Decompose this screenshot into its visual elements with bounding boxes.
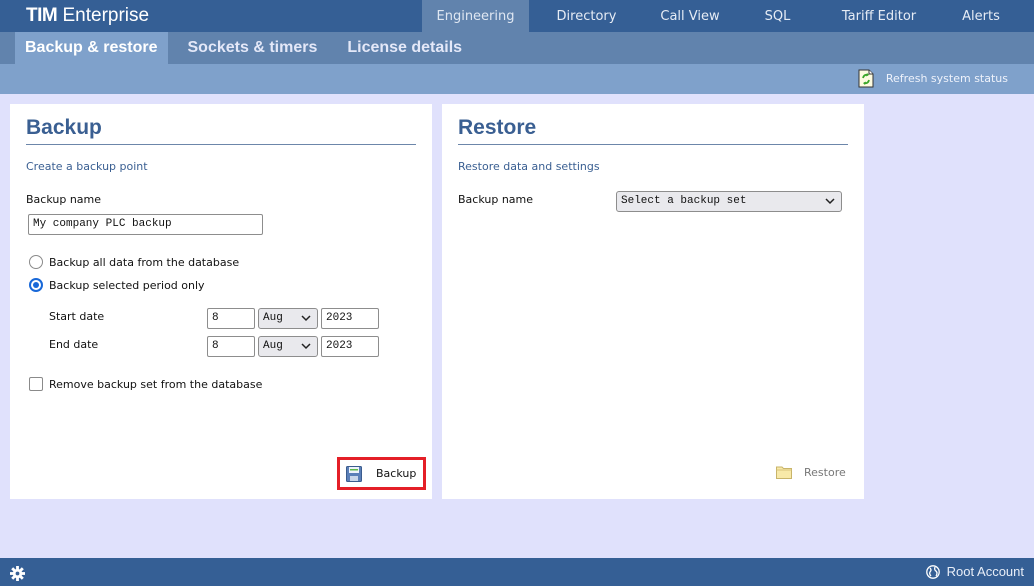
start-date-label: Start date	[49, 310, 105, 323]
restore-button[interactable]: Restore	[776, 465, 846, 479]
footer-bar: Root Account	[0, 558, 1034, 586]
backup-subtitle: Create a backup point	[26, 160, 148, 173]
end-month-select[interactable]: Aug	[258, 336, 318, 357]
sub-bar: Backup & restore Sockets & timers Licens…	[0, 32, 1034, 64]
remove-backup-label[interactable]: Remove backup set from the database	[49, 378, 262, 391]
tab-sockets-timers[interactable]: Sockets & timers	[178, 32, 328, 64]
backup-name-input[interactable]: My company PLC backup	[28, 214, 263, 235]
restore-title: Restore	[458, 116, 537, 139]
backup-period-radio[interactable]	[29, 278, 43, 292]
folder-icon	[776, 466, 792, 479]
backup-title-divider	[26, 144, 416, 145]
chevron-down-icon	[301, 343, 311, 350]
nav-sql[interactable]: SQL	[736, 0, 819, 32]
backup-period-label[interactable]: Backup selected period only	[49, 279, 205, 292]
backup-panel: Backup Create a backup point Backup name…	[10, 104, 432, 499]
tab-license-details[interactable]: License details	[337, 32, 472, 64]
remove-backup-checkbox[interactable]	[29, 377, 43, 391]
restore-backup-name-label: Backup name	[458, 193, 534, 206]
end-year-input[interactable]: 2023	[321, 336, 379, 357]
nav-tariff-editor[interactable]: Tariff Editor	[819, 0, 939, 32]
restore-panel: Restore Restore data and settings Backup…	[442, 104, 864, 499]
backup-all-radio[interactable]	[29, 255, 43, 269]
restore-subtitle: Restore data and settings	[458, 160, 600, 173]
logo-text: Enterprise	[57, 5, 150, 26]
globe-icon	[925, 564, 940, 579]
start-month-select[interactable]: Aug	[258, 308, 318, 329]
root-account-label: Root Account	[946, 564, 1024, 579]
chevron-down-icon	[825, 198, 835, 205]
sub-nav: Backup & restore Sockets & timers Licens…	[15, 32, 482, 64]
nav-alerts[interactable]: Alerts	[939, 0, 1023, 32]
floppy-disk-icon	[346, 465, 362, 482]
chevron-down-icon	[301, 315, 311, 322]
nav-call-view[interactable]: Call View	[644, 0, 736, 32]
toolbar: Refresh system status	[0, 64, 1034, 94]
root-account-link[interactable]: Root Account	[925, 564, 1024, 579]
refresh-system-status-button[interactable]: Refresh system status	[858, 69, 1008, 88]
top-bar: TIM Enterprise Engineering Directory Cal…	[0, 0, 1034, 32]
nav-directory[interactable]: Directory	[529, 0, 644, 32]
restore-title-divider	[458, 144, 848, 145]
main-nav: Engineering Directory Call View SQL Tari…	[422, 0, 1023, 32]
start-month-value: Aug	[263, 312, 283, 324]
nav-engineering[interactable]: Engineering	[422, 0, 529, 32]
backup-button[interactable]: Backup	[337, 457, 426, 490]
refresh-page-icon	[858, 69, 874, 88]
tab-backup-restore[interactable]: Backup & restore	[15, 32, 168, 64]
backup-all-label[interactable]: Backup all data from the database	[49, 256, 239, 269]
end-day-input[interactable]: 8	[207, 336, 255, 357]
backup-button-label: Backup	[376, 467, 417, 480]
refresh-label: Refresh system status	[885, 72, 1008, 85]
end-date-label: End date	[49, 338, 99, 351]
backup-set-select[interactable]: Select a backup set	[616, 191, 842, 212]
start-year-input[interactable]: 2023	[321, 308, 379, 329]
start-day-input[interactable]: 8	[207, 308, 255, 329]
backup-set-value: Select a backup set	[621, 195, 747, 207]
backup-name-label: Backup name	[26, 193, 102, 206]
end-month-value: Aug	[263, 340, 283, 352]
restore-button-label: Restore	[804, 465, 846, 479]
gear-icon[interactable]	[10, 566, 25, 581]
backup-title: Backup	[26, 116, 102, 139]
app-logo[interactable]: TIM Enterprise	[26, 5, 149, 27]
logo-bold-text: TIM	[26, 5, 58, 26]
